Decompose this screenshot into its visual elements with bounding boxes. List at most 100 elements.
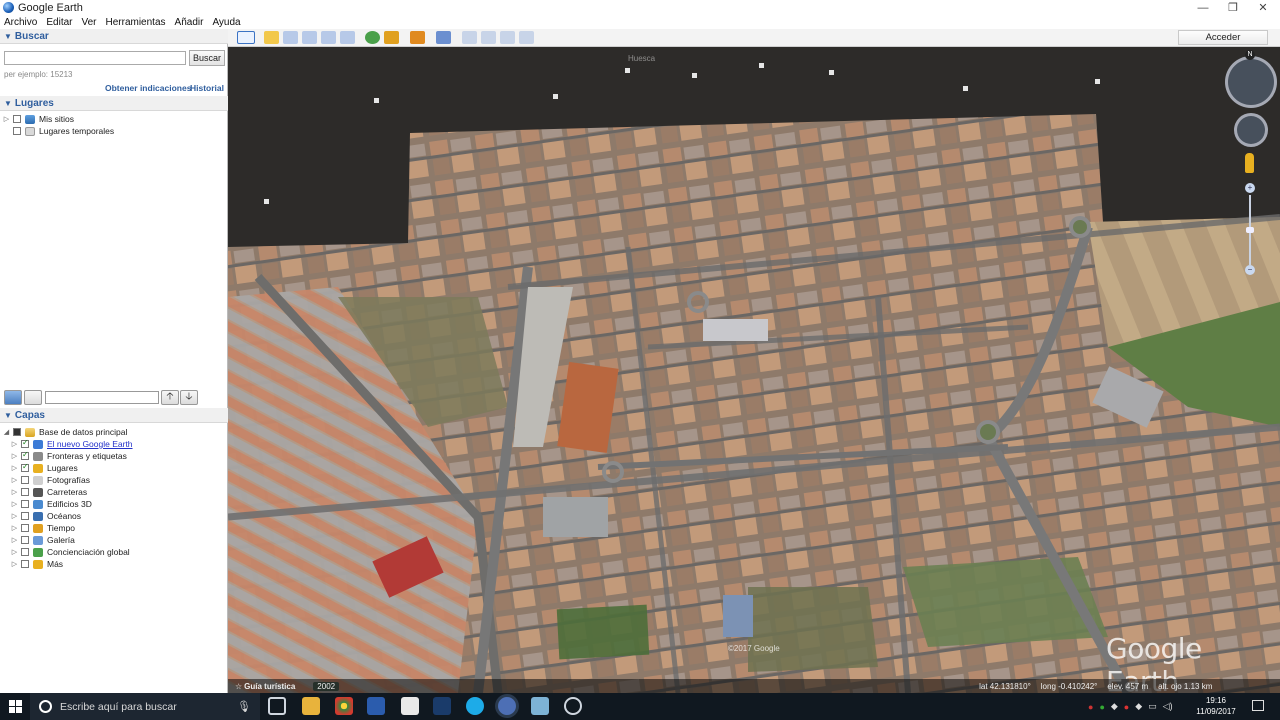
directions-link[interactable]: Obtener indicaciones (105, 83, 191, 93)
save-image-icon[interactable] (500, 31, 515, 44)
checkbox[interactable] (21, 524, 29, 532)
street-view-pegman-icon[interactable] (1245, 153, 1254, 173)
expand-icon[interactable]: ▷ (11, 560, 18, 568)
search-button[interactable]: Buscar (189, 50, 225, 66)
search-panel-header[interactable]: ▼ Buscar (0, 29, 228, 44)
ruler-icon[interactable] (436, 31, 451, 44)
tray-app-icon[interactable]: ◆ (1111, 701, 1118, 712)
checkbox[interactable] (21, 438, 29, 448)
view-in-maps-icon[interactable] (519, 31, 534, 44)
checkbox[interactable] (21, 500, 29, 508)
checkbox[interactable] (13, 115, 21, 123)
checkbox[interactable] (21, 450, 29, 460)
layer-item[interactable]: ▷ Fotografías (11, 474, 90, 486)
layer-item[interactable]: ▷ Fronteras y etiquetas (11, 450, 127, 462)
taskbar-search-box[interactable]: Escribe aquí para buscar 🎙 (30, 693, 260, 720)
word-icon[interactable] (367, 697, 385, 715)
email-icon[interactable] (462, 31, 477, 44)
layer-item[interactable]: ▷ Edificios 3D (11, 498, 92, 510)
zoom-in-icon[interactable]: + (1245, 183, 1255, 193)
planets-icon[interactable] (410, 31, 425, 44)
places-panel-header[interactable]: ▼ Lugares (0, 96, 228, 111)
path-icon[interactable] (302, 31, 317, 44)
expand-icon[interactable]: ▷ (11, 512, 18, 520)
menu-ver[interactable]: Ver (81, 17, 96, 28)
minimize-button[interactable]: — (1186, 0, 1220, 15)
search-places-button[interactable] (4, 390, 22, 405)
checkbox[interactable] (13, 127, 21, 135)
checkbox[interactable] (21, 548, 29, 556)
expand-icon[interactable]: ▷ (11, 500, 18, 508)
down-arrow-icon[interactable]: 🡣 (180, 390, 198, 405)
sidebar-toggle-button[interactable] (237, 31, 255, 44)
print-icon[interactable] (481, 31, 496, 44)
checkbox[interactable] (21, 560, 29, 568)
polygon-icon[interactable] (283, 31, 298, 44)
expand-icon[interactable]: ▷ (11, 440, 18, 448)
record-tour-icon[interactable] (340, 31, 355, 44)
layer-item[interactable]: ▷ Océanos (11, 510, 81, 522)
sign-in-button[interactable]: Acceder (1178, 30, 1268, 45)
checkbox[interactable] (21, 462, 29, 472)
expand-icon[interactable]: ▷ (3, 115, 10, 123)
windows-start-button[interactable] (0, 693, 30, 720)
expand-icon[interactable]: ▷ (11, 464, 18, 472)
menu-editar[interactable]: Editar (46, 17, 72, 28)
tray-app-icon[interactable]: ● (1088, 702, 1093, 712)
expand-icon[interactable]: ▷ (11, 452, 18, 460)
checkbox[interactable] (21, 488, 29, 496)
chrome-icon[interactable] (335, 697, 353, 715)
expand-icon[interactable]: ▷ (11, 524, 18, 532)
microphone-icon[interactable]: 🎙 (237, 700, 251, 713)
tour-guide-button[interactable]: Guía turística (244, 682, 295, 691)
layers-root[interactable]: ◢ Base de datos principal (3, 426, 128, 438)
up-arrow-icon[interactable]: 🡡 (161, 390, 179, 405)
tray-app-icon[interactable]: ◆ (1135, 701, 1142, 712)
expand-icon[interactable]: ▷ (11, 488, 18, 496)
maximize-button[interactable]: ❐ (1216, 0, 1250, 15)
notification-center-icon[interactable] (1252, 700, 1264, 711)
checkbox[interactable] (13, 428, 21, 436)
layer-item[interactable]: ▷ Más (11, 558, 63, 570)
task-view-icon[interactable] (268, 697, 286, 715)
north-indicator[interactable]: N (1245, 50, 1255, 60)
layer-item[interactable]: ▷ Concienciación global (11, 546, 130, 558)
look-navigation-ring[interactable] (1225, 56, 1277, 108)
image-overlay-icon[interactable] (321, 31, 336, 44)
skype-icon[interactable] (466, 697, 484, 715)
zoom-slider-handle[interactable] (1246, 227, 1254, 233)
document-icon[interactable] (401, 697, 419, 715)
menu-anadir[interactable]: Añadir (175, 17, 204, 28)
expand-icon[interactable]: ▷ (11, 536, 18, 544)
network-icon[interactable]: ▭ (1148, 701, 1157, 712)
layer-item[interactable]: ▷ Lugares (11, 462, 78, 474)
google-earth-taskbar-icon[interactable] (498, 697, 516, 715)
menu-ayuda[interactable]: Ayuda (212, 17, 240, 28)
layer-item[interactable]: ▷ Tiempo (11, 522, 75, 534)
panel-toggle-button[interactable] (24, 390, 42, 405)
taskbar-clock[interactable]: 19:16 11/09/2017 (1196, 695, 1236, 717)
map-view[interactable]: N + − Huesca Google Earth ©2017 Google ☆… (228, 47, 1280, 693)
expand-icon[interactable]: ▷ (11, 476, 18, 484)
checkbox[interactable] (21, 536, 29, 544)
placemark-icon[interactable] (264, 31, 279, 44)
search-input[interactable] (4, 51, 186, 65)
move-navigation-ring[interactable] (1234, 113, 1268, 147)
checkbox[interactable] (21, 476, 29, 484)
layer-item[interactable]: ▷ Carreteras (11, 486, 87, 498)
steam-icon[interactable] (433, 697, 451, 715)
checkbox[interactable] (21, 512, 29, 520)
layer-item[interactable]: ▷ El nuevo Google Earth (11, 438, 133, 450)
history-link[interactable]: Historial (190, 83, 224, 93)
layer-item[interactable]: ▷ Galería (11, 534, 75, 546)
tray-app-icon[interactable]: ● (1124, 702, 1129, 712)
close-button[interactable]: ✕ (1246, 0, 1280, 15)
collapse-icon[interactable]: ◢ (3, 428, 10, 436)
places-item-temporales[interactable]: Lugares temporales (3, 125, 114, 137)
historical-imagery-icon[interactable] (365, 31, 380, 44)
tray-app-icon[interactable]: ● (1099, 702, 1104, 712)
volume-icon[interactable]: ◁) (1163, 701, 1173, 712)
browser-icon[interactable] (564, 697, 582, 715)
layers-panel-header[interactable]: ▼ Capas (0, 408, 228, 423)
menu-archivo[interactable]: Archivo (4, 17, 37, 28)
